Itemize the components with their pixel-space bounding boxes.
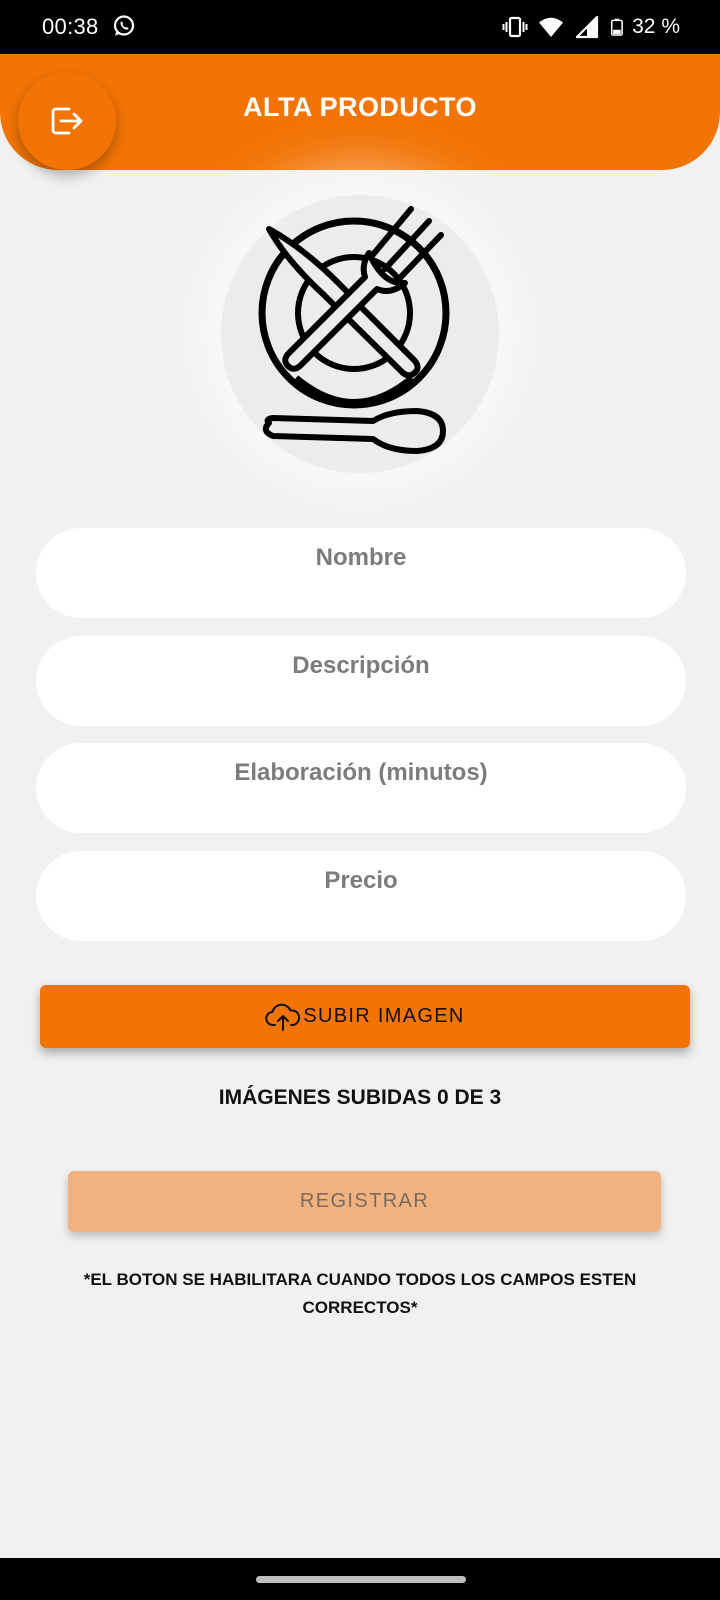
status-bar: 00:38 32 % <box>0 0 720 54</box>
name-input[interactable] <box>36 528 686 618</box>
wifi-icon <box>539 17 564 37</box>
status-icons: 32 % <box>502 14 680 40</box>
price-input[interactable] <box>36 851 686 941</box>
name-field-container <box>36 528 686 618</box>
logout-icon <box>51 107 83 135</box>
home-indicator[interactable] <box>256 1576 466 1583</box>
cloud-upload-icon <box>265 1003 301 1031</box>
vibrate-icon <box>502 16 528 38</box>
status-time: 00:38 <box>42 14 99 39</box>
register-hint-text: *EL BOTON SE HABILITARA CUANDO TODOS LOS… <box>83 1270 637 1317</box>
whatsapp-icon <box>113 15 135 36</box>
upload-image-label: SUBIR IMAGEN <box>303 1005 465 1027</box>
battery-icon <box>611 18 624 36</box>
product-image-placeholder <box>221 195 499 473</box>
description-field-container <box>36 636 686 726</box>
upload-image-button[interactable]: SUBIR IMAGEN <box>40 985 690 1048</box>
register-button[interactable]: REGISTRAR <box>68 1171 661 1232</box>
plate-cutlery-icon <box>258 206 450 454</box>
signal-icon <box>576 15 599 39</box>
logout-button[interactable] <box>18 72 116 170</box>
elaboration-minutes-input[interactable] <box>36 743 686 833</box>
register-label: REGISTRAR <box>299 1190 430 1212</box>
navigation-bar <box>0 1558 720 1600</box>
description-input[interactable] <box>36 636 686 726</box>
elaboration-field-container <box>36 743 686 833</box>
battery-percentage: 32 % <box>632 15 680 38</box>
uploaded-images-count: IMÁGENES SUBIDAS 0 DE 3 <box>218 1086 502 1109</box>
price-field-container <box>36 851 686 941</box>
